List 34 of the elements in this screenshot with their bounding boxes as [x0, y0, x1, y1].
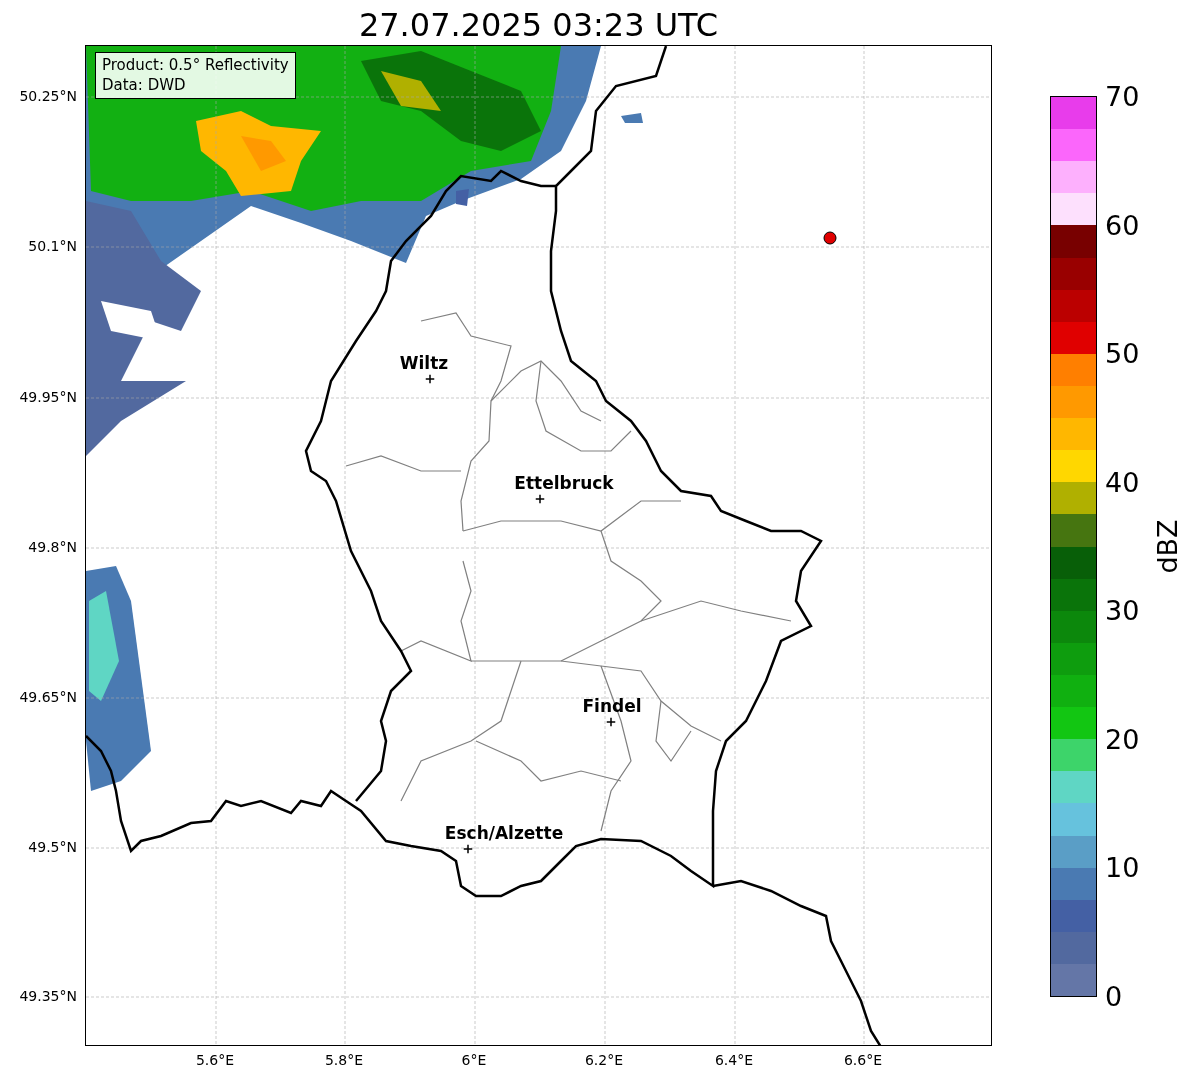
- scale-label: 50: [1105, 339, 1140, 367]
- city-label: Wiltz: [399, 353, 449, 373]
- latitude-label: 49.5°N: [28, 839, 77, 855]
- location-dot: [823, 231, 837, 245]
- scale-label: 30: [1105, 596, 1140, 624]
- scale-label: 40: [1105, 468, 1140, 496]
- scale-label: 10: [1105, 853, 1140, 881]
- unit-label: dBZ: [1151, 519, 1183, 574]
- city-label: Esch/Alzette: [444, 823, 564, 843]
- longitude-label: 5.8°E: [324, 1052, 364, 1068]
- chart-title: 27.07.2025 03:23 UTC: [358, 5, 719, 45]
- latitude-label: 50.1°N: [28, 238, 77, 254]
- scale-label: 20: [1105, 725, 1140, 753]
- longitude-label: 6.2°E: [584, 1052, 624, 1068]
- latitude-label: 50.25°N: [19, 88, 77, 104]
- longitude-label: 6.6°E: [843, 1052, 883, 1068]
- info-text: Data: DWD: [102, 75, 187, 95]
- city-marker-icon: [606, 717, 616, 727]
- city-label: Ettelbruck: [514, 473, 614, 493]
- latitude-label: 49.95°N: [19, 389, 77, 405]
- latitude-label: 49.8°N: [28, 539, 77, 555]
- latitude-label: 49.35°N: [19, 988, 77, 1004]
- city-label: Findel: [582, 696, 642, 716]
- scale-label: 70: [1105, 82, 1140, 110]
- city-marker-icon: [463, 844, 473, 854]
- city-marker-icon: [535, 494, 545, 504]
- longitude-label: 6.4°E: [714, 1052, 754, 1068]
- longitude-label: 6°E: [461, 1052, 487, 1068]
- scale-label: 0: [1105, 982, 1123, 1010]
- info-text: Product: 0.5° Reflectivity: [102, 55, 289, 75]
- city-marker-icon: [425, 374, 435, 384]
- scale-label: 60: [1105, 211, 1140, 239]
- longitude-label: 5.6°E: [195, 1052, 235, 1068]
- latitude-label: 49.65°N: [19, 689, 77, 705]
